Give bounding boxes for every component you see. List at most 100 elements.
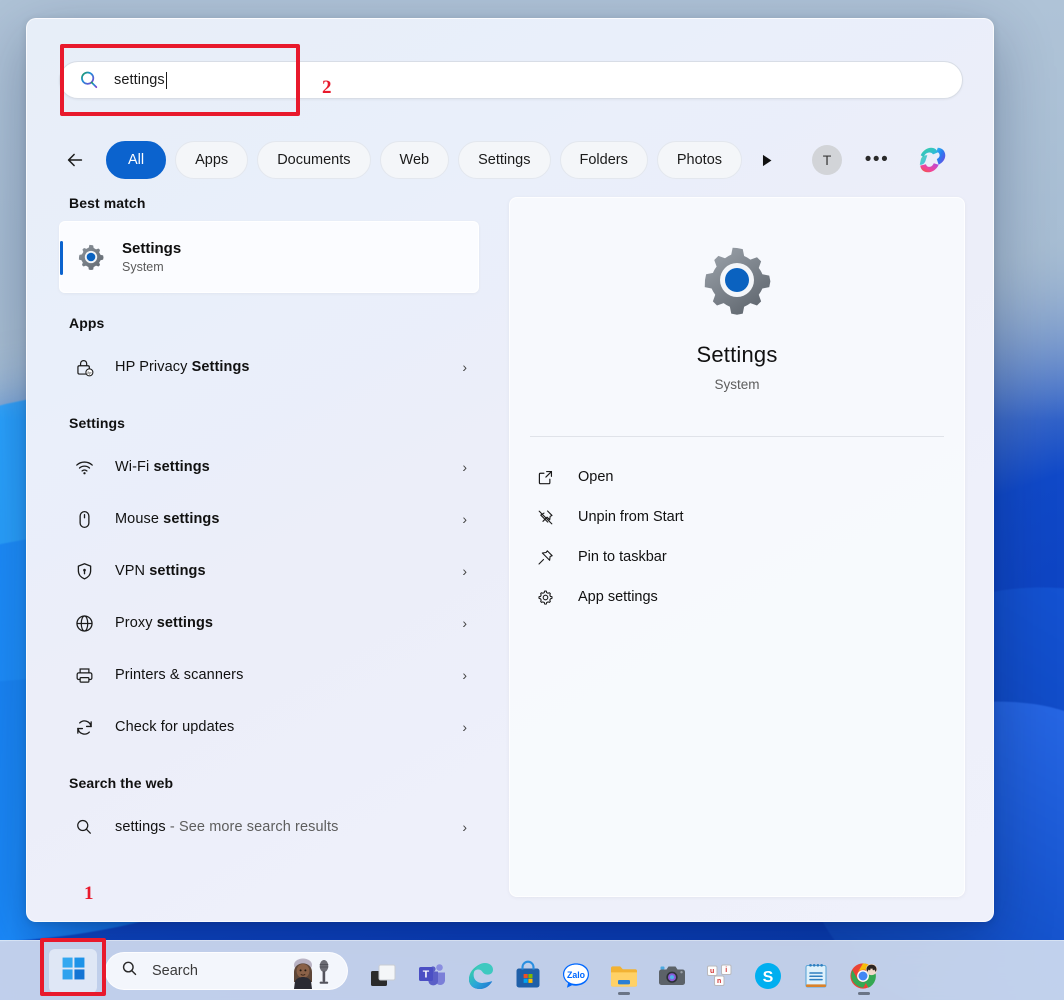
taskbar-app-file-explorer[interactable] xyxy=(600,947,648,995)
tab-documents[interactable]: Documents xyxy=(257,141,370,179)
taskbar-app-chrome[interactable] xyxy=(840,947,888,995)
result-label: Check for updates xyxy=(115,719,462,735)
result-label-normal: settings xyxy=(115,819,166,835)
chevron-right-icon[interactable]: › xyxy=(462,359,467,375)
taskbar-app-edge[interactable] xyxy=(456,947,504,995)
taskbar-search-box[interactable]: Search xyxy=(105,952,348,990)
taskbar-app-task-view[interactable] xyxy=(360,947,408,995)
wifi-icon xyxy=(73,456,95,478)
printer-icon xyxy=(73,664,95,686)
svg-text:Zalo: Zalo xyxy=(567,970,586,980)
back-arrow-icon[interactable] xyxy=(59,144,91,176)
camera-icon xyxy=(656,960,688,992)
filter-tabs-row: All Apps Documents Web Settings Folders … xyxy=(59,139,965,181)
preview-hero: Settings System xyxy=(510,198,964,392)
preview-subtitle: System xyxy=(510,377,964,392)
section-header-settings: Settings xyxy=(69,415,479,431)
file-explorer-icon xyxy=(608,960,640,992)
chevron-right-icon[interactable]: › xyxy=(462,819,467,835)
result-label: settings - See more search results xyxy=(115,819,462,835)
results-list: Best match Settings xyxy=(59,195,479,921)
result-hp-privacy-settings[interactable]: hp HP Privacy Settings › xyxy=(59,341,479,393)
result-label: VPN settings xyxy=(115,563,462,579)
action-pin-to-taskbar[interactable]: Pin to taskbar xyxy=(528,537,946,577)
search-icon xyxy=(78,69,100,91)
annotation-number-2: 2 xyxy=(322,77,332,99)
best-match-subtitle: System xyxy=(122,260,181,274)
search-input[interactable]: settings xyxy=(59,61,963,99)
svg-text:S: S xyxy=(763,969,774,986)
result-label-normal: Proxy xyxy=(115,615,157,631)
result-check-for-updates[interactable]: Check for updates › xyxy=(59,701,479,753)
chrome-icon xyxy=(848,960,880,992)
taskbar-app-skype[interactable]: S xyxy=(744,947,792,995)
tab-folders[interactable]: Folders xyxy=(560,141,648,179)
tab-all[interactable]: All xyxy=(106,141,166,179)
section-header-apps: Apps xyxy=(69,315,479,331)
privacy-lock-icon: hp xyxy=(73,356,95,378)
avatar[interactable]: T xyxy=(812,145,842,175)
result-label: Mouse settings xyxy=(115,511,462,527)
more-options-icon[interactable]: ••• xyxy=(863,146,891,174)
taskbar-app-teams[interactable]: T xyxy=(408,947,456,995)
action-app-settings[interactable]: App settings xyxy=(528,577,946,617)
best-match-result-settings[interactable]: Settings System xyxy=(59,221,479,293)
svg-text:n: n xyxy=(717,978,721,985)
running-indicator xyxy=(618,992,630,995)
desktop: settings All Apps Documents Web Settings… xyxy=(0,0,1064,1000)
tab-web[interactable]: Web xyxy=(380,141,450,179)
taskbar-app-microsoft-store[interactable] xyxy=(504,947,552,995)
tab-photos[interactable]: Photos xyxy=(657,141,742,179)
search-icon xyxy=(120,959,139,983)
microsoft-store-icon xyxy=(512,960,544,992)
chevron-right-icon[interactable]: › xyxy=(462,563,467,579)
notepad-icon xyxy=(800,960,832,992)
action-label: Pin to taskbar xyxy=(578,549,667,565)
result-wifi-settings[interactable]: Wi-Fi settings › xyxy=(59,441,479,493)
vpn-shield-icon xyxy=(73,560,95,582)
taskbar-app-unikey[interactable]: u i n xyxy=(696,947,744,995)
skype-icon: S xyxy=(752,960,784,992)
result-label-normal: Printers & scanners xyxy=(115,667,243,683)
result-proxy-settings[interactable]: Proxy settings › xyxy=(59,597,479,649)
taskbar-app-icons: T xyxy=(360,947,888,995)
teams-icon: T xyxy=(416,960,448,992)
result-web-search-settings[interactable]: settings - See more search results › xyxy=(59,801,479,853)
search-flyout-panel: settings All Apps Documents Web Settings… xyxy=(26,18,994,922)
play-icon[interactable] xyxy=(751,145,781,175)
chevron-right-icon[interactable]: › xyxy=(462,719,467,735)
copilot-icon[interactable] xyxy=(914,141,952,179)
action-label: Open xyxy=(578,469,613,485)
result-vpn-settings[interactable]: VPN settings › xyxy=(59,545,479,597)
preview-title: Settings xyxy=(510,342,964,368)
annotation-number-1: 1 xyxy=(84,883,94,905)
refresh-icon xyxy=(73,716,95,738)
result-label-normal: Wi-Fi xyxy=(115,459,153,475)
tab-settings[interactable]: Settings xyxy=(458,141,550,179)
result-mouse-settings[interactable]: Mouse settings › xyxy=(59,493,479,545)
chevron-right-icon[interactable]: › xyxy=(462,615,467,631)
action-unpin-from-start[interactable]: Unpin from Start xyxy=(528,497,946,537)
app-preview-pane: Settings System Open xyxy=(509,197,965,897)
result-label-bold: settings xyxy=(163,511,219,527)
chevron-right-icon[interactable]: › xyxy=(462,459,467,475)
taskbar-app-notepad[interactable] xyxy=(792,947,840,995)
result-printers-and-scanners[interactable]: Printers & scanners › xyxy=(59,649,479,701)
chevron-right-icon[interactable]: › xyxy=(462,667,467,683)
best-match-text: Settings System xyxy=(122,240,181,275)
start-button[interactable] xyxy=(49,949,97,993)
action-open[interactable]: Open xyxy=(528,457,946,497)
taskbar-app-camera[interactable] xyxy=(648,947,696,995)
tab-apps[interactable]: Apps xyxy=(175,141,248,179)
mouse-icon xyxy=(73,508,95,530)
result-label-normal: HP Privacy xyxy=(115,359,192,375)
svg-text:u: u xyxy=(710,968,714,975)
settings-gear-icon xyxy=(697,240,777,320)
chevron-right-icon[interactable]: › xyxy=(462,511,467,527)
section-header-search-the-web: Search the web xyxy=(69,775,479,791)
result-label-bold: settings xyxy=(157,615,213,631)
taskbar-search-label: Search xyxy=(152,963,198,979)
open-external-icon xyxy=(534,466,556,488)
taskbar-app-zalo[interactable]: Zalo xyxy=(552,947,600,995)
result-label-bold: settings xyxy=(149,563,205,579)
